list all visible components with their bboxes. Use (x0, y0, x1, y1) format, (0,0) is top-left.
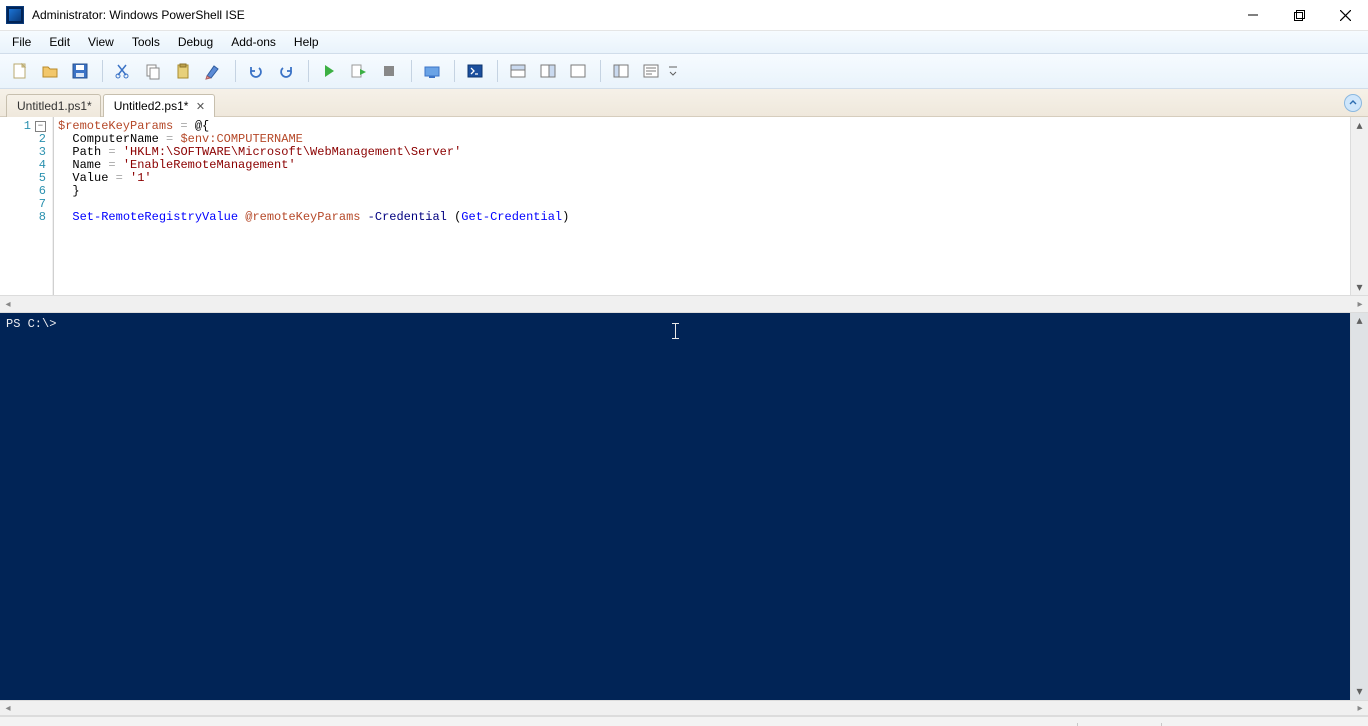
tab-untitled1[interactable]: Untitled1.ps1* (6, 94, 101, 117)
show-command-button[interactable] (637, 58, 665, 84)
minimize-button[interactable] (1230, 0, 1276, 30)
layout-top-button[interactable] (504, 58, 532, 84)
console-prompt: PS C:\> (6, 317, 56, 331)
window-controls (1230, 0, 1368, 30)
code-area[interactable]: $remoteKeyParams = @{ ComputerName = $en… (53, 117, 1350, 295)
tab-close-icon[interactable]: ✕ (194, 100, 206, 112)
scroll-right-icon[interactable]: ▸ (1352, 299, 1368, 310)
stop-button[interactable] (375, 58, 403, 84)
show-command-addon-button[interactable] (607, 58, 635, 84)
toolbar-separator (600, 60, 601, 82)
scroll-left-icon[interactable]: ◂ (0, 703, 16, 714)
scroll-down-icon[interactable]: ▾ (1351, 279, 1368, 295)
toolbar-separator (454, 60, 455, 82)
tab-untitled2[interactable]: Untitled2.ps1* ✕ (103, 94, 216, 117)
tab-label: Untitled1.ps1* (17, 99, 92, 113)
toolbar-separator (102, 60, 103, 82)
line-number-gutter: 1− 2 3 4 5 6 7 8 (0, 117, 53, 295)
menu-view[interactable]: View (80, 33, 122, 51)
copy-button[interactable] (139, 58, 167, 84)
toolbar-separator (497, 60, 498, 82)
menu-help[interactable]: Help (286, 33, 327, 51)
menu-file[interactable]: File (4, 33, 39, 51)
new-remote-tab-button[interactable] (418, 58, 446, 84)
scroll-left-icon[interactable]: ◂ (0, 299, 16, 310)
menu-tools[interactable]: Tools (124, 33, 168, 51)
collapse-script-pane-button[interactable] (1344, 94, 1362, 112)
clear-button[interactable] (199, 58, 227, 84)
editor-horizontal-scrollbar[interactable]: ◂ ▸ (0, 295, 1368, 313)
title-bar: Administrator: Windows PowerShell ISE (0, 0, 1368, 31)
toolbar-separator (308, 60, 309, 82)
script-editor[interactable]: 1− 2 3 4 5 6 7 8 $remoteKeyParams = @{ C… (0, 117, 1368, 295)
undo-button[interactable] (242, 58, 270, 84)
console-horizontal-scrollbar[interactable]: ◂ ▸ (0, 700, 1368, 716)
editor-vertical-scrollbar[interactable]: ▴ ▾ (1350, 117, 1368, 295)
text-cursor-icon (675, 323, 676, 339)
app-icon (6, 6, 24, 24)
cut-button[interactable] (109, 58, 137, 84)
menu-addons[interactable]: Add-ons (223, 33, 284, 51)
scroll-down-icon[interactable]: ▾ (1351, 684, 1368, 700)
toolbar-separator (411, 60, 412, 82)
maximize-button[interactable] (1276, 0, 1322, 30)
run-script-button[interactable] (315, 58, 343, 84)
paste-button[interactable] (169, 58, 197, 84)
new-button[interactable] (6, 58, 34, 84)
menu-debug[interactable]: Debug (170, 33, 221, 51)
console-vertical-scrollbar[interactable]: ▴ ▾ (1350, 313, 1368, 700)
scroll-up-icon[interactable]: ▴ (1351, 117, 1368, 133)
toolbar (0, 54, 1368, 89)
tab-label: Untitled2.ps1* (114, 99, 189, 113)
toolbar-overflow-button[interactable] (667, 58, 679, 84)
menu-bar: File Edit View Tools Debug Add-ons Help (0, 31, 1368, 54)
close-button[interactable] (1322, 0, 1368, 30)
redo-button[interactable] (272, 58, 300, 84)
save-button[interactable] (66, 58, 94, 84)
toolbar-separator (235, 60, 236, 82)
start-powershell-button[interactable] (461, 58, 489, 84)
window-title: Administrator: Windows PowerShell ISE (30, 8, 1230, 22)
open-button[interactable] (36, 58, 64, 84)
layout-right-button[interactable] (534, 58, 562, 84)
menu-edit[interactable]: Edit (41, 33, 78, 51)
fold-toggle-icon[interactable]: − (35, 121, 46, 132)
editor-tabstrip: Untitled1.ps1* Untitled2.ps1* ✕ (0, 89, 1368, 117)
scroll-up-icon[interactable]: ▴ (1351, 313, 1368, 329)
layout-max-button[interactable] (564, 58, 592, 84)
run-selection-button[interactable] (345, 58, 373, 84)
status-bar: Completed Ln 8 Col 70 100% (0, 716, 1368, 726)
console-pane[interactable]: PS C:\> ▴ ▾ (0, 313, 1368, 700)
scroll-right-icon[interactable]: ▸ (1352, 703, 1368, 714)
